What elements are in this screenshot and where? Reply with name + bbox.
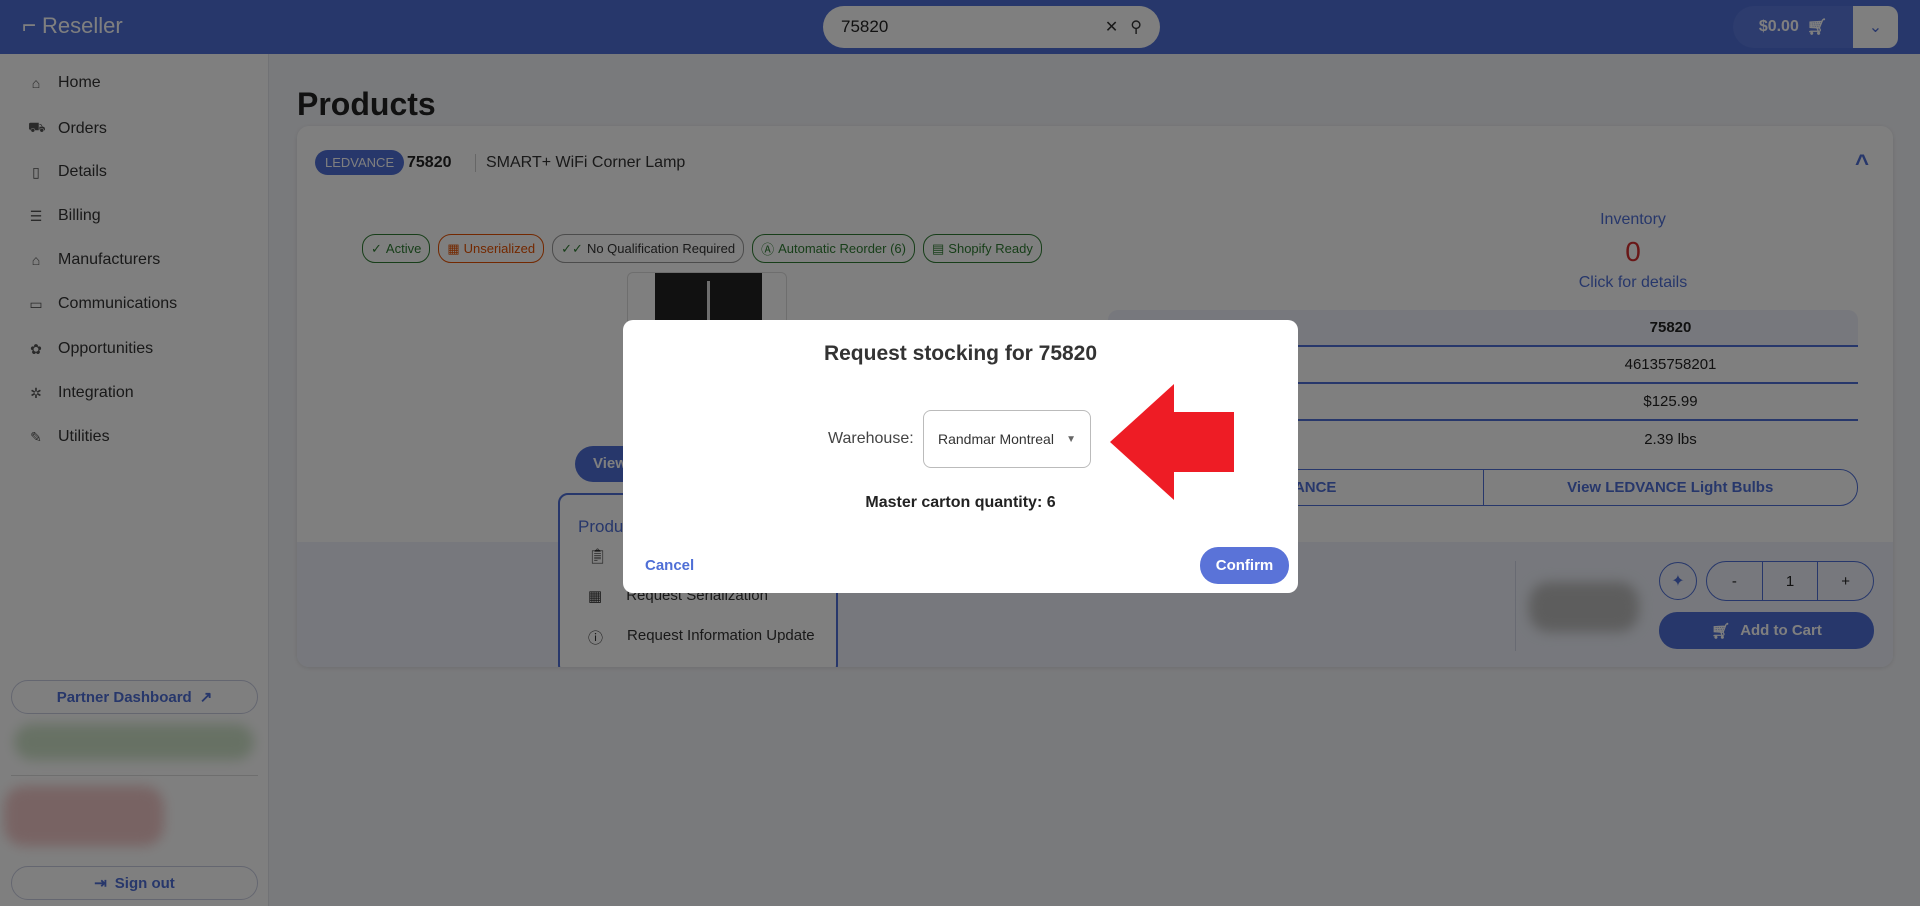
cancel-button[interactable]: Cancel bbox=[645, 557, 694, 574]
warehouse-label: Warehouse: bbox=[828, 430, 914, 447]
dialog-title: Request stocking for 75820 bbox=[823, 342, 1098, 365]
arrow-left-icon bbox=[1110, 384, 1234, 500]
warehouse-select[interactable]: Randmar Montreal ▼ bbox=[923, 410, 1091, 468]
confirm-button[interactable]: Confirm bbox=[1200, 547, 1289, 584]
caret-down-icon: ▼ bbox=[1066, 433, 1076, 445]
red-arrow-annotation bbox=[1110, 384, 1234, 500]
